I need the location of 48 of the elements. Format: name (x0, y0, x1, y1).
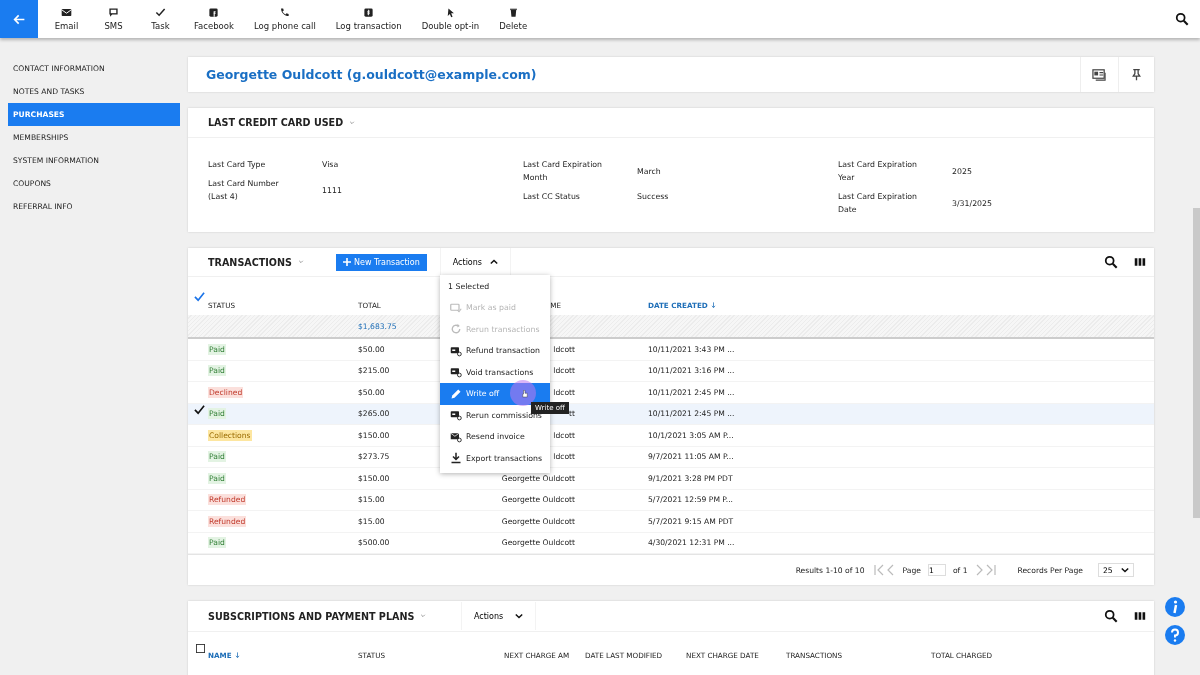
actions-button[interactable]: Actions (461, 602, 537, 630)
checkbox[interactable] (196, 644, 205, 653)
sort-arrow-icon (710, 301, 716, 309)
card-cycle-icon (450, 366, 462, 379)
sort-arrow-icon (234, 651, 240, 659)
hand-cursor-icon (522, 390, 528, 398)
plus-icon (343, 258, 351, 266)
toolbar-button[interactable]: Double opt-in (411, 0, 490, 38)
toolbar-button[interactable]: Delete (489, 0, 538, 38)
task-icon (155, 7, 166, 18)
toolbar-button[interactable]: SMS (90, 0, 137, 38)
toolbar-button[interactable]: Facebook (184, 0, 244, 38)
email-icon (61, 7, 72, 18)
row-check-icon[interactable] (194, 403, 205, 415)
toolbar-button[interactable]: Log phone call (243, 0, 326, 38)
section-title: SUBSCRIPTIONS AND PAYMENT PLANS (208, 610, 415, 622)
chevron-icon (515, 612, 524, 620)
social-icon (208, 7, 220, 18)
chevron-icon (1121, 566, 1129, 574)
toolbar-button[interactable]: Email (43, 0, 90, 38)
sms-icon (108, 7, 119, 18)
back-arrow-icon (12, 12, 26, 26)
new-transaction-button[interactable]: New Transaction (336, 253, 427, 271)
card-cycle-icon (450, 344, 462, 357)
pencil-icon (450, 387, 462, 400)
phone-icon (279, 7, 291, 18)
search-icon[interactable] (1175, 12, 1189, 26)
back-button[interactable] (0, 0, 38, 38)
mail-cycle-icon (450, 430, 462, 443)
contact-heading: Georgette Ouldcott (g.ouldcott@example.com) (206, 67, 537, 82)
select-all-check[interactable] (194, 291, 205, 302)
refresh-icon (450, 323, 462, 336)
download-icon (450, 452, 462, 465)
help-icon[interactable] (1165, 625, 1185, 645)
pin-icon[interactable] (1130, 68, 1143, 81)
scrollbar[interactable] (1193, 208, 1200, 518)
card-check-icon (450, 301, 462, 314)
contact-card-icon[interactable] (1092, 67, 1107, 82)
actions-button[interactable]: Actions (439, 248, 511, 276)
toolbar-button[interactable]: Task (137, 0, 184, 38)
card-cycle-icon (450, 409, 462, 422)
money-icon (363, 7, 375, 18)
trash-icon (507, 7, 519, 18)
section-title: LAST CREDIT CARD USED (208, 117, 344, 128)
toolbar-button[interactable]: Log transaction (325, 0, 412, 38)
section-title: TRANSACTIONS (208, 256, 292, 268)
chevron-icon (490, 258, 498, 266)
info-icon[interactable] (1165, 597, 1185, 617)
